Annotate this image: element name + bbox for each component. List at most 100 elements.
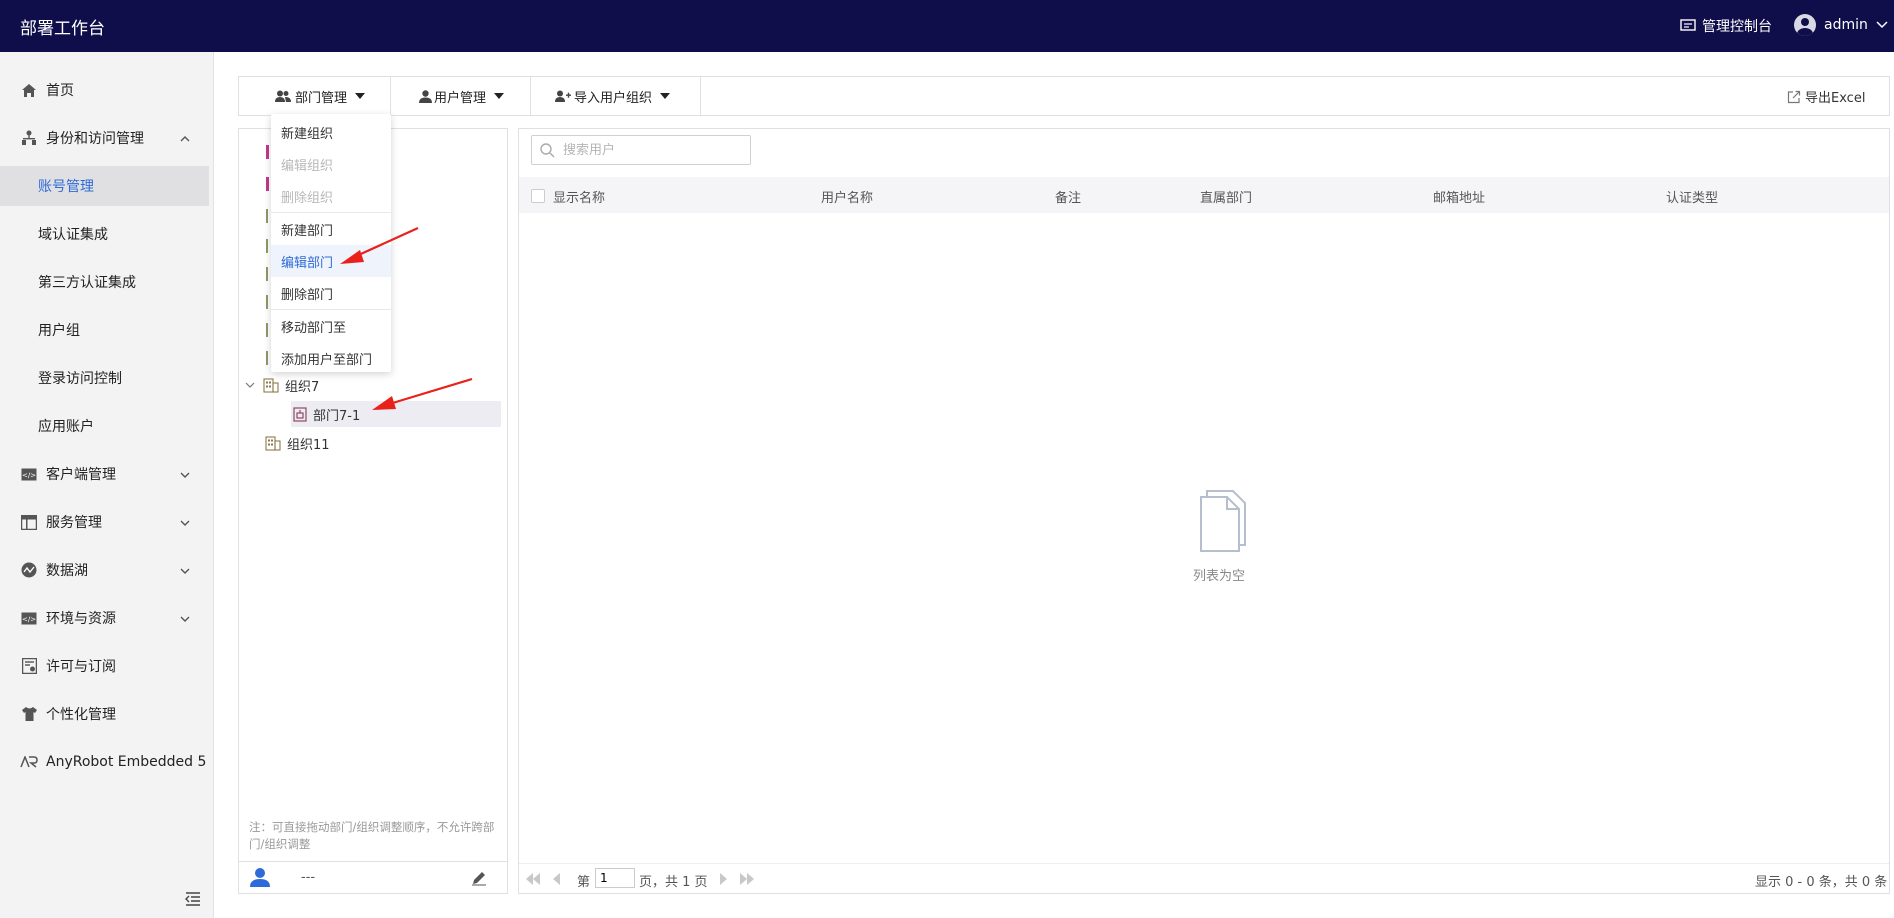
sidebar-item-user-groups[interactable]: 用户组 bbox=[0, 310, 214, 350]
sidebar-item-client-mgmt[interactable]: </> 客户端管理 bbox=[0, 454, 214, 494]
dept-mgmt-dropdown: 新建组织 编辑组织 删除组织 新建部门 编辑部门 删除部门 移动部门至 添加用户… bbox=[271, 114, 391, 372]
org-icon bbox=[20, 129, 38, 147]
empty-state: 列表为空 bbox=[1169, 489, 1269, 584]
column-header[interactable]: 用户名称 bbox=[821, 187, 873, 206]
user-add-icon bbox=[555, 90, 571, 102]
tree-drag-note: 注：可直接拖动部门/组织调整顺序，不允许跨部门/组织调整 bbox=[249, 820, 495, 851]
datalake-icon bbox=[20, 561, 38, 579]
search-box[interactable] bbox=[531, 135, 751, 165]
sidebar-item-third-party-auth[interactable]: 第三方认证集成 bbox=[0, 262, 214, 302]
pagination-summary: 显示 0 - 0 条，共 0 条 bbox=[1755, 875, 1888, 890]
tree-node-org7[interactable]: 组织7 bbox=[245, 372, 505, 398]
chevron-down-icon bbox=[180, 564, 190, 577]
chevron-down-icon bbox=[1876, 21, 1888, 29]
code-icon: </> bbox=[20, 609, 38, 627]
tree-node-fragment bbox=[266, 145, 269, 159]
sidebar-item-home[interactable]: 首页 bbox=[0, 70, 214, 110]
column-header[interactable]: 认证类型 bbox=[1666, 187, 1718, 206]
menu-item-delete-dept[interactable]: 删除部门 bbox=[271, 277, 391, 309]
tree-node-label: 组织7 bbox=[285, 379, 320, 395]
export-label: 导出Excel bbox=[1805, 91, 1866, 106]
chevron-down-icon bbox=[180, 612, 190, 625]
selected-user-value: --- bbox=[301, 870, 316, 885]
tree-node-fragment bbox=[266, 351, 268, 365]
tree-node-fragment bbox=[266, 177, 269, 191]
chevron-down-icon[interactable] bbox=[245, 382, 255, 388]
import-label: 导入用户组织 bbox=[574, 90, 653, 106]
shirt-icon bbox=[20, 705, 38, 723]
home-icon bbox=[20, 81, 38, 99]
tree-node-label: 部门7-1 bbox=[313, 408, 361, 424]
sidebar-item-license[interactable]: 许可与订阅 bbox=[0, 646, 214, 686]
menu-item-delete-org[interactable]: 删除组织 bbox=[271, 180, 391, 212]
sidebar-item-app-accounts[interactable]: 应用账户 bbox=[0, 406, 214, 446]
dept-mgmt-button[interactable]: 部门管理 bbox=[239, 77, 391, 115]
console-label: 管理控制台 bbox=[1702, 19, 1772, 35]
caret-down-icon bbox=[355, 93, 366, 99]
menu-item-edit-org[interactable]: 编辑组织 bbox=[271, 148, 391, 180]
edit-icon[interactable] bbox=[471, 870, 487, 886]
building-icon bbox=[263, 378, 279, 393]
tree-node-fragment bbox=[266, 323, 268, 337]
sidebar-item-iam[interactable]: 身份和访问管理 bbox=[0, 118, 214, 158]
chevron-down-icon bbox=[180, 468, 190, 481]
search-input[interactable] bbox=[563, 142, 743, 158]
user-menu[interactable]: admin bbox=[1794, 14, 1888, 36]
first-page-icon[interactable] bbox=[525, 872, 541, 886]
column-header[interactable]: 备注 bbox=[1055, 187, 1081, 206]
tree-node-fragment bbox=[266, 295, 268, 309]
sidebar: 首页 身份和访问管理 账号管理 域认证集成 第三方认证集成 用户组 登录访问控制… bbox=[0, 52, 214, 918]
page-number-input[interactable] bbox=[595, 868, 635, 888]
avatar bbox=[1794, 14, 1816, 36]
user-list-panel: 显示名称 用户名称 备注 直属部门 邮箱地址 认证类型 列表为空 第 页，共 1… bbox=[518, 128, 1890, 894]
import-button[interactable]: 导入用户组织 bbox=[531, 77, 701, 115]
svg-text:</>: </> bbox=[22, 615, 36, 623]
menu-item-new-dept[interactable]: 新建部门 bbox=[271, 213, 391, 245]
top-bar: 部署工作台 管理控制台 admin bbox=[0, 0, 1894, 52]
table-header: 显示名称 用户名称 备注 直属部门 邮箱地址 认证类型 bbox=[519, 177, 1889, 213]
license-icon bbox=[20, 657, 38, 675]
menu-item-add-user-to-dept[interactable]: 添加用户至部门 bbox=[271, 342, 391, 374]
sidebar-item-datalake[interactable]: 数据湖 bbox=[0, 550, 214, 590]
layout-icon bbox=[20, 513, 38, 531]
menu-item-edit-dept[interactable]: 编辑部门 bbox=[271, 245, 391, 277]
sidebar-item-service-mgmt[interactable]: 服务管理 bbox=[0, 502, 214, 542]
sidebar-item-account-mgmt[interactable]: 账号管理 bbox=[0, 166, 209, 206]
menu-item-new-org[interactable]: 新建组织 bbox=[271, 116, 391, 148]
tree-node-fragment bbox=[266, 267, 268, 281]
empty-text: 列表为空 bbox=[1192, 569, 1245, 584]
console-link[interactable]: 管理控制台 bbox=[1680, 16, 1772, 36]
sidebar-item-domain-auth[interactable]: 域认证集成 bbox=[0, 214, 214, 254]
column-header[interactable]: 显示名称 bbox=[553, 187, 605, 206]
collapse-sidebar-icon[interactable] bbox=[185, 892, 201, 906]
tree-node-org11[interactable]: 组织11 bbox=[265, 430, 505, 456]
tree-node-label: 组织11 bbox=[287, 437, 330, 453]
menu-item-move-dept[interactable]: 移动部门至 bbox=[271, 310, 391, 342]
app-title: 部署工作台 bbox=[20, 19, 105, 39]
prev-page-icon[interactable] bbox=[551, 872, 561, 886]
person-icon bbox=[250, 868, 270, 887]
department-icon bbox=[293, 406, 307, 422]
search-icon bbox=[540, 142, 555, 157]
sidebar-item-personalization[interactable]: 个性化管理 bbox=[0, 694, 214, 734]
code-icon: </> bbox=[20, 465, 38, 483]
sidebar-item-anyrobot[interactable]: AnyRobot Embedded 5 bbox=[0, 742, 214, 782]
caret-down-icon bbox=[660, 93, 671, 99]
user-name: admin bbox=[1824, 17, 1868, 33]
sidebar-item-env-resources[interactable]: </> 环境与资源 bbox=[0, 598, 214, 638]
anyrobot-icon bbox=[20, 753, 38, 771]
next-page-icon[interactable] bbox=[719, 872, 729, 886]
user-mgmt-label: 用户管理 bbox=[434, 90, 487, 106]
sidebar-item-login-control[interactable]: 登录访问控制 bbox=[0, 358, 214, 398]
last-page-icon[interactable] bbox=[739, 872, 755, 886]
column-header[interactable]: 直属部门 bbox=[1200, 187, 1252, 206]
chevron-up-icon bbox=[180, 132, 190, 145]
export-icon bbox=[1787, 90, 1801, 103]
user-mgmt-button[interactable]: 用户管理 bbox=[391, 77, 531, 115]
column-header[interactable]: 邮箱地址 bbox=[1433, 187, 1485, 206]
select-all-checkbox[interactable] bbox=[531, 189, 545, 203]
empty-list-icon bbox=[1200, 490, 1246, 552]
export-excel-button[interactable]: 导出Excel bbox=[1787, 87, 1865, 106]
tree-node-dept7-1[interactable]: 部门7-1 bbox=[291, 401, 501, 427]
tree-node-fragment bbox=[266, 239, 268, 253]
